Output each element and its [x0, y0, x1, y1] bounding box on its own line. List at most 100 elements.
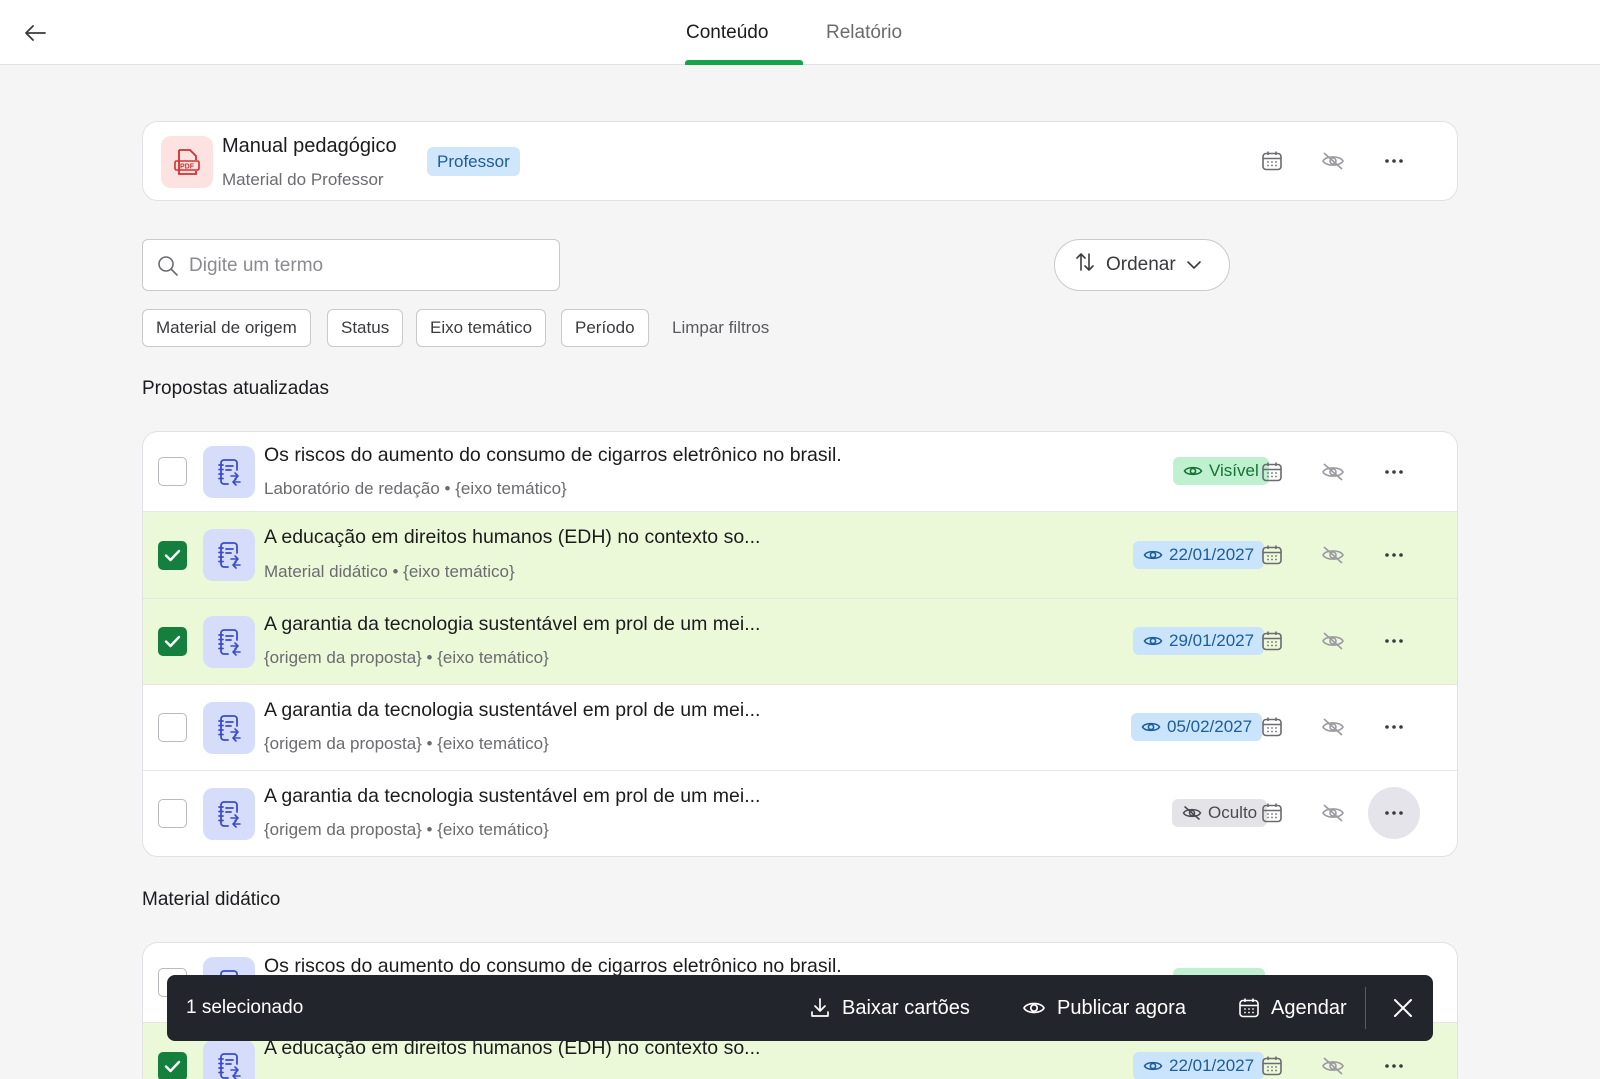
material-header-card: PDF Manual pedagógico Material do Profes… [142, 121, 1458, 201]
tab-conteudo[interactable]: Conteúdo [686, 0, 804, 65]
document-icon [203, 788, 255, 840]
more-options-icon[interactable] [1376, 623, 1412, 659]
back-arrow-icon[interactable] [22, 20, 48, 46]
row-checkbox-checked[interactable] [158, 1052, 187, 1079]
eye-off-icon[interactable] [1315, 143, 1351, 179]
eye-icon [1143, 550, 1163, 560]
row-checkbox[interactable] [158, 457, 187, 486]
document-icon [203, 616, 255, 668]
sort-button[interactable]: Ordenar [1054, 239, 1230, 291]
more-options-icon[interactable] [1368, 787, 1420, 839]
sort-arrows-icon [1074, 251, 1096, 279]
schedule-label: Agendar [1271, 996, 1347, 1019]
row-subtitle: Material didático • {eixo temático} [264, 562, 515, 581]
list-item[interactable]: A garantia da tecnologia sustentável em … [143, 685, 1457, 771]
filter-chip-periodo[interactable]: Período [561, 309, 649, 347]
row-title: A educação em direitos humanos (EDH) no … [264, 526, 761, 548]
document-icon [203, 702, 255, 754]
more-options-icon[interactable] [1376, 143, 1412, 179]
eye-off-icon[interactable] [1315, 1048, 1351, 1079]
row-title: A garantia da tecnologia sustentável em … [264, 699, 761, 721]
scheduled-date-badge: 29/01/2027 [1133, 627, 1265, 655]
row-checkbox[interactable] [158, 713, 187, 742]
download-cards-button[interactable]: Baixar cartões [809, 993, 970, 1023]
eye-icon [1143, 636, 1163, 646]
eye-off-icon [1182, 805, 1202, 821]
row-title: Os riscos do aumento do consumo de cigar… [264, 444, 842, 466]
publish-now-label: Publicar agora [1057, 996, 1186, 1019]
selection-count: 1 selecionado [186, 997, 304, 1018]
professor-badge: Professor [427, 147, 520, 176]
eye-icon [1141, 722, 1161, 732]
material-subtitle: Material do Professor [222, 170, 384, 189]
calendar-icon[interactable] [1254, 1048, 1290, 1079]
selection-action-bar: 1 selecionado Baixar cartões Publicar ag… [167, 975, 1433, 1041]
document-icon [203, 529, 255, 581]
top-bar: Conteúdo Relatório [0, 0, 1600, 65]
check-icon [164, 635, 181, 648]
calendar-icon[interactable] [1254, 454, 1290, 490]
eye-off-icon[interactable] [1315, 454, 1351, 490]
scheduled-date-badge: 22/01/2027 [1133, 541, 1265, 569]
active-tab-indicator [685, 60, 803, 65]
calendar-icon[interactable] [1254, 795, 1290, 831]
eye-off-icon[interactable] [1315, 709, 1351, 745]
status-label: 22/01/2027 [1169, 1056, 1255, 1075]
filter-chip-status[interactable]: Status [327, 309, 404, 347]
filter-chip-material-de-origem[interactable]: Material de origem [142, 309, 311, 347]
row-subtitle: {origem da proposta} • {eixo temático} [264, 648, 549, 667]
proposals-list: Os riscos do aumento do consumo de cigar… [142, 431, 1458, 857]
tab-relatorio[interactable]: Relatório [826, 0, 926, 65]
close-icon[interactable] [1385, 990, 1421, 1026]
status-label: 29/01/2027 [1169, 631, 1255, 650]
more-options-icon[interactable] [1376, 709, 1412, 745]
calendar-icon[interactable] [1254, 537, 1290, 573]
list-item[interactable]: A garantia da tecnologia sustentável em … [143, 771, 1457, 856]
row-checkbox[interactable] [158, 799, 187, 828]
calendar-icon[interactable] [1254, 623, 1290, 659]
list-item[interactable]: Os riscos do aumento do consumo de cigar… [143, 432, 1457, 512]
search-input[interactable] [189, 252, 539, 280]
status-label: Oculto [1208, 803, 1258, 822]
search-icon [157, 255, 179, 282]
check-icon [164, 549, 181, 562]
document-icon [203, 446, 255, 498]
scheduled-date-badge: 22/01/2027 [1133, 1052, 1265, 1079]
sort-label: Ordenar [1106, 254, 1176, 275]
more-options-icon[interactable] [1376, 537, 1412, 573]
download-cards-label: Baixar cartões [842, 996, 970, 1019]
schedule-button[interactable]: Agendar [1238, 993, 1347, 1023]
row-subtitle: Laboratório de redação • {eixo temático} [264, 479, 567, 498]
status-label: 05/02/2027 [1167, 717, 1253, 736]
list-item[interactable]: A garantia da tecnologia sustentável em … [143, 599, 1457, 685]
row-subtitle: {origem da proposta} • {eixo temático} [264, 734, 549, 753]
eye-off-icon[interactable] [1315, 537, 1351, 573]
row-checkbox-checked[interactable] [158, 627, 187, 656]
row-title: A garantia da tecnologia sustentável em … [264, 613, 761, 635]
more-options-icon[interactable] [1376, 454, 1412, 490]
more-options-icon[interactable] [1376, 1048, 1412, 1079]
calendar-icon[interactable] [1254, 143, 1290, 179]
action-bar-divider [1365, 987, 1366, 1029]
download-icon [811, 998, 829, 1017]
eye-icon [1183, 466, 1203, 476]
eye-off-icon[interactable] [1315, 795, 1351, 831]
section-title-material-didatico: Material didático [142, 889, 281, 910]
list-item[interactable]: A educação em direitos humanos (EDH) no … [143, 512, 1457, 599]
calendar-icon [1239, 998, 1259, 1018]
publish-now-button[interactable]: Publicar agora [1022, 993, 1186, 1023]
status-badge: Oculto [1172, 799, 1268, 827]
check-icon [164, 1060, 181, 1073]
row-checkbox-checked[interactable] [158, 541, 187, 570]
status-label: 22/01/2027 [1169, 545, 1255, 564]
calendar-icon[interactable] [1254, 709, 1290, 745]
section-title-propostas: Propostas atualizadas [142, 378, 329, 399]
pdf-icon: PDF [161, 136, 213, 188]
filter-chip-eixo-tematico[interactable]: Eixo temático [416, 309, 547, 347]
scheduled-date-badge: 05/02/2027 [1131, 713, 1263, 741]
row-title: A garantia da tecnologia sustentável em … [264, 785, 761, 807]
chevron-down-icon [1186, 254, 1202, 276]
clear-filters-link[interactable]: Limpar filtros [672, 318, 769, 338]
eye-icon [1143, 1061, 1163, 1071]
eye-off-icon[interactable] [1315, 623, 1351, 659]
